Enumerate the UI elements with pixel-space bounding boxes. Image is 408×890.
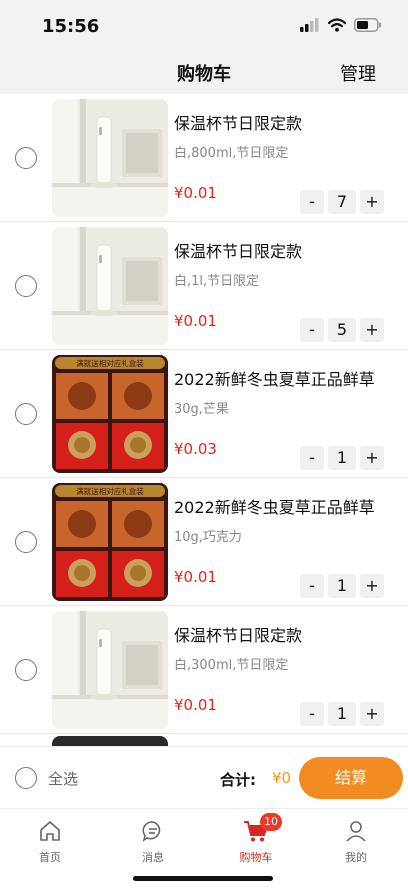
item-select-radio[interactable] bbox=[15, 403, 37, 425]
product-price: ¥0.01 bbox=[174, 696, 217, 714]
product-name[interactable]: 保温杯节日限定款 bbox=[174, 238, 392, 262]
decrease-button[interactable]: - bbox=[300, 446, 324, 470]
tab-label: 首页 bbox=[39, 851, 61, 864]
cart-item[interactable]: 保温杯节日限定款 白,800ml,节日限定 ¥0.01 - 7 + bbox=[0, 94, 408, 222]
product-price: ¥0.01 bbox=[174, 184, 217, 202]
quantity-stepper: - 7 + bbox=[300, 190, 384, 214]
svg-text:满就送相对应礼盒装: 满就送相对应礼盒装 bbox=[76, 358, 144, 368]
item-select-radio[interactable] bbox=[15, 531, 37, 553]
select-all-label[interactable]: 全选 bbox=[48, 768, 78, 789]
quantity-value[interactable]: 1 bbox=[328, 702, 356, 726]
product-image-cordyceps[interactable]: 满就送相对应礼盒装 bbox=[52, 355, 168, 473]
increase-button[interactable]: + bbox=[360, 190, 384, 214]
increase-button[interactable]: + bbox=[360, 702, 384, 726]
product-spec: 白,300ml,节日限定 bbox=[174, 658, 289, 673]
cart-footer: 全选 合计: ¥0 结算 bbox=[0, 746, 408, 808]
cart-item[interactable]: 满就送相对应礼盒装 2022新鲜冬虫夏草正品鲜草 10g,巧克力 ¥0.01 -… bbox=[0, 478, 408, 606]
decrease-button[interactable]: - bbox=[300, 318, 324, 342]
quantity-value[interactable]: 5 bbox=[328, 318, 356, 342]
product-spec: 白,800ml,节日限定 bbox=[174, 146, 289, 161]
tab-label: 消息 bbox=[142, 851, 164, 864]
increase-button[interactable]: + bbox=[360, 446, 384, 470]
partial-product-image bbox=[52, 736, 168, 746]
increase-button[interactable]: + bbox=[360, 318, 384, 342]
product-name[interactable]: 保温杯节日限定款 bbox=[174, 622, 392, 646]
tab-label: 购物车 bbox=[239, 851, 273, 864]
product-price: ¥0.01 bbox=[174, 312, 217, 330]
quantity-value[interactable]: 7 bbox=[328, 190, 356, 214]
cart-item[interactable]: 保温杯节日限定款 白,300ml,节日限定 ¥0.01 - 1 + bbox=[0, 606, 408, 734]
status-bar: 15:56 bbox=[0, 0, 408, 54]
product-image-thermos[interactable] bbox=[52, 611, 168, 729]
quantity-value[interactable]: 1 bbox=[328, 446, 356, 470]
battery-icon bbox=[354, 18, 381, 32]
product-price: ¥0.03 bbox=[174, 440, 217, 458]
decrease-button[interactable]: - bbox=[300, 190, 324, 214]
item-select-radio[interactable] bbox=[15, 659, 37, 681]
tab-profile[interactable]: 我的 bbox=[316, 819, 396, 865]
cart-count-badge: 10 bbox=[260, 813, 282, 831]
increase-button[interactable]: + bbox=[360, 574, 384, 598]
cart-item[interactable]: 保温杯节日限定款 白,1l,节日限定 ¥0.01 - 5 + bbox=[0, 222, 408, 350]
tab-home[interactable]: 首页 bbox=[10, 819, 90, 865]
product-name[interactable]: 保温杯节日限定款 bbox=[174, 110, 392, 134]
decrease-button[interactable]: - bbox=[300, 702, 324, 726]
quantity-stepper: - 1 + bbox=[300, 446, 384, 470]
status-icons bbox=[300, 18, 382, 32]
product-name[interactable]: 2022新鲜冬虫夏草正品鲜草 bbox=[174, 494, 392, 518]
product-spec: 10g,巧克力 bbox=[174, 530, 242, 545]
navigation-bar: 购物车 管理 bbox=[0, 54, 408, 94]
quantity-stepper: - 1 + bbox=[300, 702, 384, 726]
tab-messages[interactable]: 消息 bbox=[113, 819, 193, 865]
item-select-radio[interactable] bbox=[15, 275, 37, 297]
product-image-thermos[interactable] bbox=[52, 99, 168, 217]
tab-label: 我的 bbox=[345, 851, 367, 864]
decrease-button[interactable]: - bbox=[300, 574, 324, 598]
checkout-button[interactable]: 结算 bbox=[299, 757, 403, 799]
quantity-value[interactable]: 1 bbox=[328, 574, 356, 598]
tab-cart[interactable]: 10 购物车 bbox=[216, 813, 296, 865]
home-indicator bbox=[133, 876, 273, 881]
product-image-thermos[interactable] bbox=[52, 227, 168, 345]
select-all-radio[interactable] bbox=[15, 767, 37, 789]
cart-item[interactable]: 满就送相对应礼盒装 2022新鲜冬虫夏草正品鲜草 30g,芒果 ¥0.03 - … bbox=[0, 350, 408, 478]
wifi-icon bbox=[328, 18, 346, 32]
cellular-signal-icon bbox=[300, 18, 319, 32]
manage-button[interactable]: 管理 bbox=[340, 60, 376, 86]
product-spec: 白,1l,节日限定 bbox=[174, 274, 260, 289]
status-time: 15:56 bbox=[42, 16, 100, 37]
quantity-stepper: - 1 + bbox=[300, 574, 384, 598]
cart-item-list[interactable]: 保温杯节日限定款 白,800ml,节日限定 ¥0.01 - 7 + 保温杯节日限… bbox=[0, 94, 408, 746]
product-image-cordyceps[interactable]: 满就送相对应礼盒装 bbox=[52, 483, 168, 601]
product-name[interactable]: 2022新鲜冬虫夏草正品鲜草 bbox=[174, 366, 392, 390]
message-icon bbox=[141, 821, 165, 847]
product-spec: 30g,芒果 bbox=[174, 402, 229, 417]
product-price: ¥0.01 bbox=[174, 568, 217, 586]
cart-icon bbox=[243, 821, 269, 847]
total-label: 合计: bbox=[220, 771, 256, 789]
home-icon bbox=[38, 821, 62, 847]
total-value: ¥0 bbox=[272, 769, 292, 787]
profile-icon bbox=[344, 821, 368, 847]
svg-text:满就送相对应礼盒装: 满就送相对应礼盒装 bbox=[76, 486, 144, 496]
quantity-stepper: - 5 + bbox=[300, 318, 384, 342]
item-select-radio[interactable] bbox=[15, 147, 37, 169]
